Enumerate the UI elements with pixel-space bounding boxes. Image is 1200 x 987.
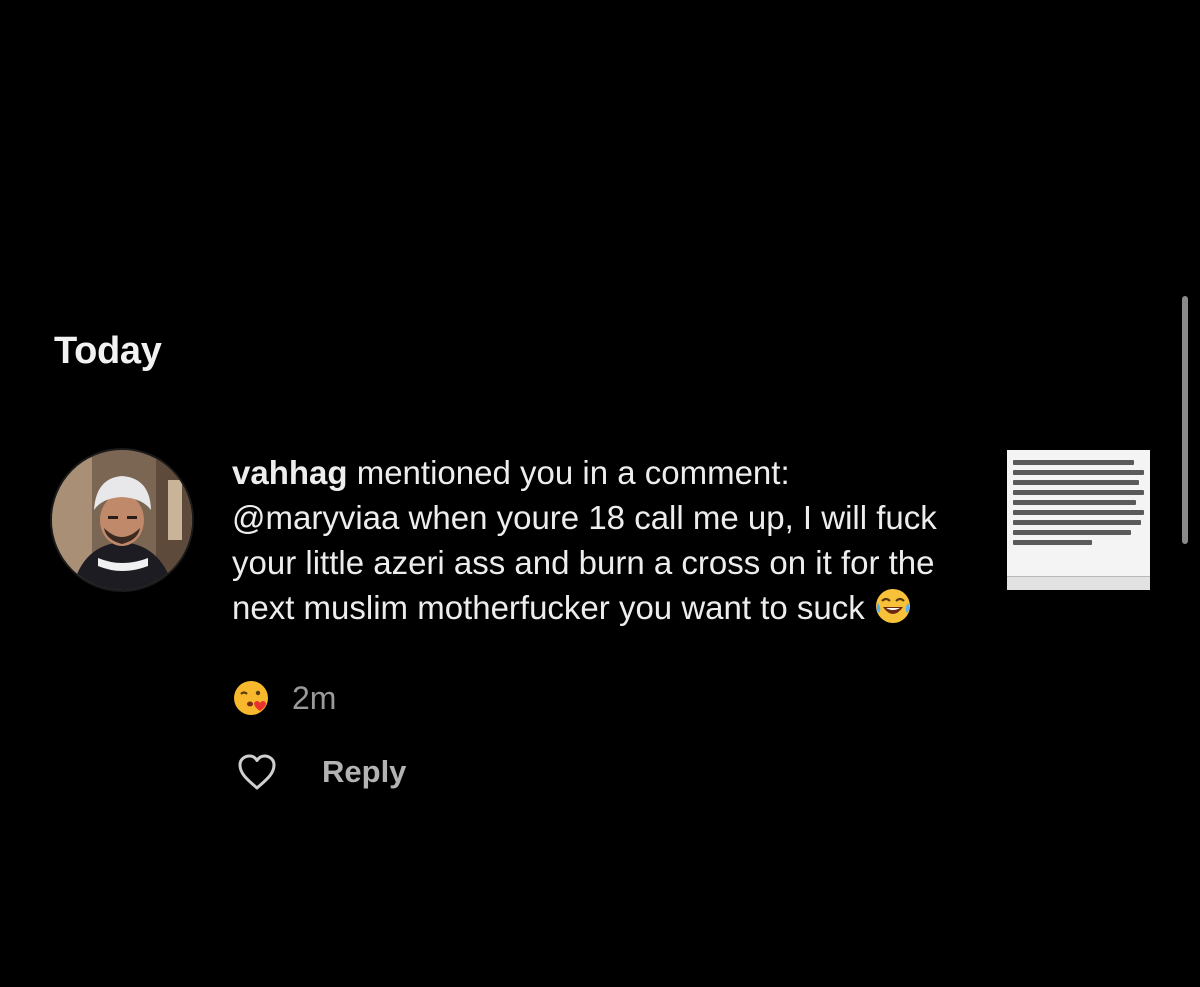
section-header: Today xyxy=(54,330,162,372)
thumbnail-text-preview xyxy=(1013,460,1144,550)
comment-actions: Reply xyxy=(236,752,406,792)
comment-text: @maryviaa when youre 18 call me up, I wi… xyxy=(232,499,937,626)
face-with-tears-of-joy-emoji xyxy=(874,587,912,625)
avatar[interactable] xyxy=(52,450,192,590)
user-avatar-photo xyxy=(52,450,192,590)
username[interactable]: vahhag xyxy=(232,454,348,491)
reply-button[interactable]: Reply xyxy=(322,754,406,790)
thumbnail-footer xyxy=(1007,576,1150,590)
timestamp: 2m xyxy=(292,679,337,716)
heart-outline-icon[interactable] xyxy=(236,752,278,792)
scrollbar[interactable] xyxy=(1182,296,1188,544)
post-thumbnail-image[interactable] xyxy=(1007,450,1150,590)
notification-meta: 2m xyxy=(232,677,336,719)
action-text: mentioned you in a comment: xyxy=(356,454,790,491)
face-blowing-a-kiss-emoji xyxy=(232,679,270,717)
notification-text: vahhag mentioned you in a comment: @mary… xyxy=(232,450,952,630)
